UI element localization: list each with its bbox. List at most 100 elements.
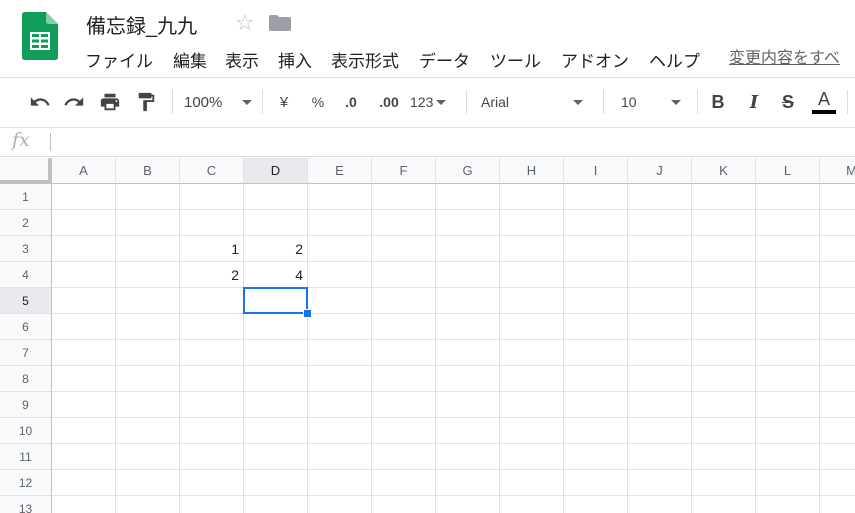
star-icon[interactable]: ☆: [235, 10, 255, 36]
cell-G9[interactable]: [436, 392, 500, 418]
cell-B5[interactable]: [116, 288, 180, 314]
row-header-6[interactable]: 6: [0, 314, 52, 340]
column-header-M[interactable]: M: [820, 158, 855, 184]
column-header-F[interactable]: F: [372, 158, 436, 184]
cell-I12[interactable]: [564, 470, 628, 496]
column-header-E[interactable]: E: [308, 158, 372, 184]
cell-I10[interactable]: [564, 418, 628, 444]
cell-E6[interactable]: [308, 314, 372, 340]
cell-B8[interactable]: [116, 366, 180, 392]
cell-L11[interactable]: [756, 444, 820, 470]
cell-F4[interactable]: [372, 262, 436, 288]
column-header-D[interactable]: D: [244, 158, 308, 184]
row-header-2[interactable]: 2: [0, 210, 52, 236]
cell-K4[interactable]: [692, 262, 756, 288]
cell-J3[interactable]: [628, 236, 692, 262]
cell-M13[interactable]: [820, 496, 855, 513]
cell-I5[interactable]: [564, 288, 628, 314]
cell-G7[interactable]: [436, 340, 500, 366]
cell-D4[interactable]: 4: [244, 262, 308, 288]
undo-icon[interactable]: [28, 90, 52, 114]
cell-L8[interactable]: [756, 366, 820, 392]
cell-L4[interactable]: [756, 262, 820, 288]
cell-L13[interactable]: [756, 496, 820, 513]
cell-B11[interactable]: [116, 444, 180, 470]
cell-C1[interactable]: [180, 184, 244, 210]
cell-A3[interactable]: [52, 236, 116, 262]
row-header-8[interactable]: 8: [0, 366, 52, 392]
cell-I9[interactable]: [564, 392, 628, 418]
cell-L10[interactable]: [756, 418, 820, 444]
strikethrough-button[interactable]: S: [778, 90, 798, 114]
cell-L9[interactable]: [756, 392, 820, 418]
row-header-4[interactable]: 4: [0, 262, 52, 288]
cell-J9[interactable]: [628, 392, 692, 418]
cell-F13[interactable]: [372, 496, 436, 513]
cell-E3[interactable]: [308, 236, 372, 262]
cell-L1[interactable]: [756, 184, 820, 210]
cell-F3[interactable]: [372, 236, 436, 262]
redo-icon[interactable]: [62, 90, 86, 114]
cell-K5[interactable]: [692, 288, 756, 314]
column-header-I[interactable]: I: [564, 158, 628, 184]
row-header-1[interactable]: 1: [0, 184, 52, 210]
cell-A11[interactable]: [52, 444, 116, 470]
cell-E1[interactable]: [308, 184, 372, 210]
menu-edit[interactable]: 編集: [173, 47, 207, 72]
cell-L12[interactable]: [756, 470, 820, 496]
cell-A13[interactable]: [52, 496, 116, 513]
cell-C2[interactable]: [180, 210, 244, 236]
cell-H12[interactable]: [500, 470, 564, 496]
cell-K7[interactable]: [692, 340, 756, 366]
cell-L6[interactable]: [756, 314, 820, 340]
column-header-K[interactable]: K: [692, 158, 756, 184]
cell-C13[interactable]: [180, 496, 244, 513]
cell-A9[interactable]: [52, 392, 116, 418]
row-header-13[interactable]: 13: [0, 496, 52, 513]
row-header-5[interactable]: 5: [0, 288, 52, 314]
cell-D2[interactable]: [244, 210, 308, 236]
cell-D8[interactable]: [244, 366, 308, 392]
cell-M6[interactable]: [820, 314, 855, 340]
cell-I13[interactable]: [564, 496, 628, 513]
cell-K13[interactable]: [692, 496, 756, 513]
cell-L3[interactable]: [756, 236, 820, 262]
cell-M2[interactable]: [820, 210, 855, 236]
cell-H11[interactable]: [500, 444, 564, 470]
cell-A6[interactable]: [52, 314, 116, 340]
menu-data[interactable]: データ: [419, 47, 470, 72]
cell-E5[interactable]: [308, 288, 372, 314]
cell-B6[interactable]: [116, 314, 180, 340]
menu-help[interactable]: ヘルプ: [649, 47, 700, 72]
cell-A10[interactable]: [52, 418, 116, 444]
cell-C9[interactable]: [180, 392, 244, 418]
cell-H13[interactable]: [500, 496, 564, 513]
cell-H7[interactable]: [500, 340, 564, 366]
cell-B13[interactable]: [116, 496, 180, 513]
cell-G4[interactable]: [436, 262, 500, 288]
cell-C8[interactable]: [180, 366, 244, 392]
cell-I7[interactable]: [564, 340, 628, 366]
cell-E13[interactable]: [308, 496, 372, 513]
cell-I1[interactable]: [564, 184, 628, 210]
cell-F2[interactable]: [372, 210, 436, 236]
currency-button[interactable]: ¥: [274, 90, 294, 114]
cell-L5[interactable]: [756, 288, 820, 314]
select-all-corner[interactable]: [0, 158, 52, 184]
cell-K11[interactable]: [692, 444, 756, 470]
cell-H5[interactable]: [500, 288, 564, 314]
cell-J13[interactable]: [628, 496, 692, 513]
cell-L7[interactable]: [756, 340, 820, 366]
cell-K3[interactable]: [692, 236, 756, 262]
cell-J11[interactable]: [628, 444, 692, 470]
cell-H6[interactable]: [500, 314, 564, 340]
cell-H2[interactable]: [500, 210, 564, 236]
cell-K8[interactable]: [692, 366, 756, 392]
text-color-button[interactable]: A: [812, 90, 836, 114]
menu-format[interactable]: 表示形式: [331, 47, 399, 72]
cell-B10[interactable]: [116, 418, 180, 444]
cell-J4[interactable]: [628, 262, 692, 288]
column-header-G[interactable]: G: [436, 158, 500, 184]
cell-B2[interactable]: [116, 210, 180, 236]
cell-A5[interactable]: [52, 288, 116, 314]
